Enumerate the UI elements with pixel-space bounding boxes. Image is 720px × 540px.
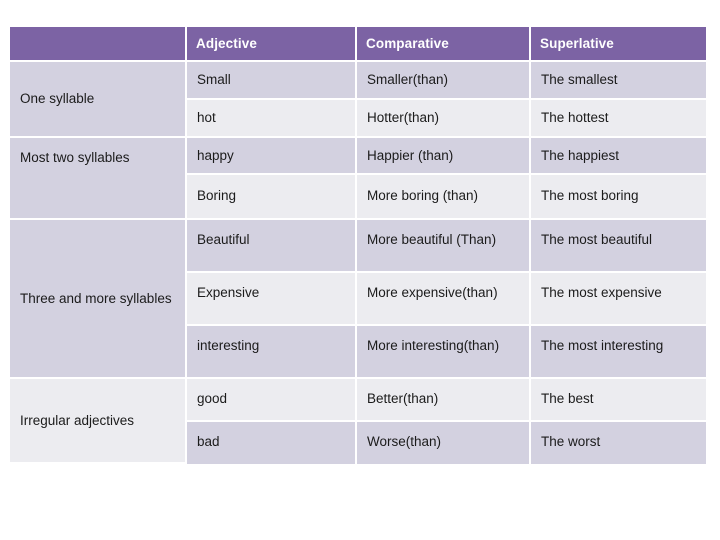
cell-comparative: Better(than)	[357, 378, 531, 422]
cell-comparative: Worse(than)	[357, 421, 531, 465]
table-body: One syllable Small Smaller(than) The sma…	[10, 62, 706, 465]
group-label-three-and-more-syllables: Three and more syllables	[10, 220, 187, 379]
cell-superlative: The happiest	[531, 137, 706, 176]
column-header-adjective: Adjective	[187, 27, 357, 62]
cell-comparative: More boring (than)	[357, 175, 531, 221]
comparatives-table-container: Adjective Comparative Superlative One sy…	[10, 27, 706, 465]
column-header-category	[10, 27, 187, 62]
cell-adjective: Expensive	[187, 273, 357, 326]
cell-adjective: hot	[187, 99, 357, 138]
cell-adjective: bad	[187, 421, 357, 465]
cell-adjective: Beautiful	[187, 220, 357, 274]
cell-superlative: The most expensive	[531, 273, 706, 326]
group-label-irregular-adjectives: Irregular adjectives	[10, 378, 187, 465]
table-row: Three and more syllables Beautiful More …	[10, 220, 706, 379]
cell-superlative: The most interesting	[531, 325, 706, 379]
cell-comparative: Hotter(than)	[357, 99, 531, 138]
table-row: Irregular adjectives good Better(than) T…	[10, 378, 706, 465]
cell-adjective: interesting	[187, 325, 357, 379]
cell-superlative: The most beautiful	[531, 220, 706, 274]
cell-adjective: Boring	[187, 175, 357, 221]
group-label-one-syllable: One syllable	[10, 62, 187, 138]
cell-superlative: The smallest	[531, 62, 706, 100]
header-row: Adjective Comparative Superlative	[10, 27, 706, 62]
column-header-comparative: Comparative	[357, 27, 531, 62]
cell-superlative: The most boring	[531, 175, 706, 221]
cell-comparative: Smaller(than)	[357, 62, 531, 100]
table-row: Most two syllables happy Happier (than) …	[10, 137, 706, 221]
table-row: One syllable Small Smaller(than) The sma…	[10, 62, 706, 138]
table-header: Adjective Comparative Superlative	[10, 27, 706, 62]
cell-adjective: happy	[187, 137, 357, 176]
cell-comparative: More expensive(than)	[357, 273, 531, 326]
adjective-degrees-table: Adjective Comparative Superlative One sy…	[10, 27, 706, 465]
cell-comparative: More beautiful (Than)	[357, 220, 531, 274]
column-header-superlative: Superlative	[531, 27, 706, 62]
cell-superlative: The worst	[531, 421, 706, 465]
slide-canvas: Adjective Comparative Superlative One sy…	[0, 0, 720, 540]
group-label-most-two-syllables: Most two syllables	[10, 137, 187, 221]
cell-comparative: Happier (than)	[357, 137, 531, 176]
cell-adjective: good	[187, 378, 357, 422]
cell-superlative: The hottest	[531, 99, 706, 138]
cell-superlative: The best	[531, 378, 706, 422]
cell-comparative: More interesting(than)	[357, 325, 531, 379]
cell-adjective: Small	[187, 62, 357, 100]
